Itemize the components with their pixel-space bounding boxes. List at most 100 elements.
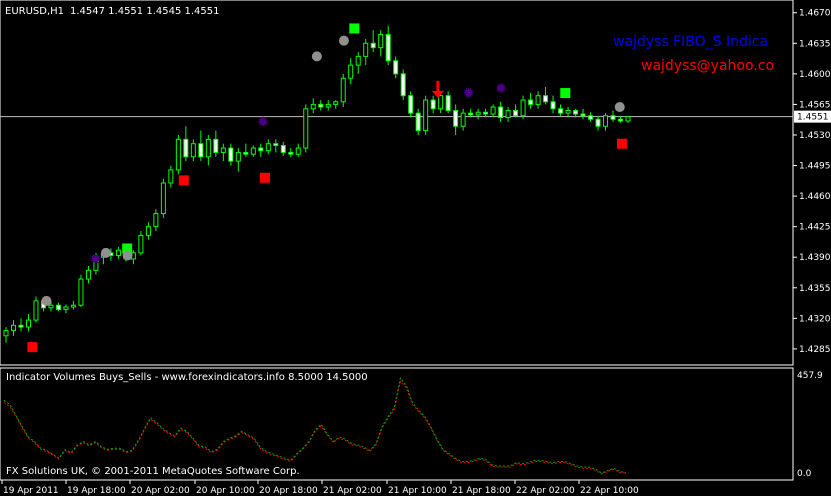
candle-body (490, 106, 496, 115)
candle-body (160, 182, 166, 215)
gray-circle-marker (100, 247, 111, 258)
candle-body (460, 112, 466, 127)
time-tick-label: 19 Apr 18:00 (67, 486, 126, 496)
price-tick-label: 1.4565 (799, 100, 831, 110)
candle-body (213, 138, 219, 153)
gray-circle-marker (41, 295, 52, 306)
candle-body (423, 99, 429, 132)
candle-body (18, 324, 24, 328)
green-square-marker (349, 23, 360, 34)
candle-body (595, 118, 601, 127)
candle-body (70, 304, 76, 308)
candle-body (573, 110, 579, 115)
down-arrow-icon (431, 80, 444, 99)
indicator-markers: ✹ ✹ ✹ ✹ (27, 23, 627, 353)
current-price-label: 1.4551 (797, 113, 829, 123)
red-square-marker (27, 342, 38, 353)
price-tick-label: 1.4530 (799, 131, 831, 141)
candle-body (393, 60, 399, 75)
price-tick-label: 1.4355 (799, 284, 831, 294)
indicator-name-label: wajdyss FIBO_S Indica (613, 34, 768, 50)
candle-body (535, 95, 541, 105)
candle-body (115, 249, 121, 256)
candle-body (400, 73, 406, 97)
price-tick-label: 1.4670 (799, 9, 831, 19)
subwindow-scale-top: 457.9 (797, 371, 823, 381)
gray-circle-marker (614, 102, 625, 113)
subwindow-title: Indicator Volumes Buys_Sells - www.forex… (6, 372, 368, 383)
candle-body (220, 147, 226, 153)
candle-body (295, 147, 301, 155)
candle-body (325, 103, 331, 108)
candle-body (235, 151, 241, 162)
price-axis: 1.4670 1.4635 1.4600 1.4565 1.4530 1.4495 1.44… (793, 9, 831, 355)
purple-star-marker: ✹ (462, 84, 475, 102)
candle-body (378, 34, 384, 49)
subwindow-frame (0, 367, 794, 481)
candle-body (258, 147, 264, 152)
candle-body (198, 143, 204, 158)
price-tick-label: 1.4425 (799, 223, 831, 233)
candle-body (318, 103, 324, 108)
candle-body (243, 151, 249, 155)
time-tick-label: 22 Apr 02:00 (516, 486, 575, 496)
time-tick-label: 19 Apr 2011 (3, 486, 59, 496)
candle-body (168, 169, 174, 184)
candle-body (453, 110, 459, 127)
price-tick-label: 1.4600 (799, 70, 831, 80)
candle-body (310, 103, 316, 110)
candle-body (228, 147, 234, 162)
volume-series-buys (3, 380, 627, 475)
time-tick-label: 21 Apr 10:00 (388, 486, 447, 496)
candle-body (333, 101, 339, 105)
gray-circle-marker (311, 51, 322, 62)
candle-body (25, 319, 31, 328)
candle-body (475, 111, 481, 116)
price-tick-label: 1.4285 (799, 345, 831, 355)
candle-body (355, 55, 361, 66)
red-square-marker (616, 138, 627, 149)
candle-body (408, 95, 414, 114)
candle-body (558, 108, 564, 114)
candle-body (528, 99, 534, 105)
main-chart-frame (0, 0, 794, 366)
candle-body (33, 300, 39, 321)
volume-series-sells (3, 376, 627, 474)
candle-body (63, 306, 69, 311)
candle-body (10, 324, 16, 332)
candle-body (498, 106, 504, 119)
candle-body (250, 147, 256, 155)
candle-body (505, 110, 511, 119)
green-square-marker (560, 88, 571, 99)
candle-body (430, 99, 436, 110)
price-tick-label: 1.4460 (799, 192, 831, 202)
time-axis: 19 Apr 2011 19 Apr 18:00 20 Apr 02:00 20 Ap… (1, 480, 639, 496)
price-tick-label: 1.4495 (799, 162, 831, 172)
metatrader-chart-window[interactable]: 1.4670 1.4635 1.4600 1.4565 1.4530 1.4495 1.44… (0, 0, 831, 496)
time-tick-label: 20 Apr 02:00 (131, 486, 190, 496)
gray-circle-marker (122, 250, 133, 261)
symbol-timeframe: EURUSD,H1 (5, 6, 64, 17)
candle-body (363, 42, 369, 57)
price-tick-label: 1.4390 (799, 253, 831, 263)
candle-body (145, 226, 151, 236)
gray-circle-marker (338, 35, 349, 46)
candle-body (138, 234, 144, 254)
candle-body (370, 42, 376, 49)
candle-body (610, 115, 616, 120)
candle-body (340, 77, 346, 103)
candle-body (580, 113, 586, 117)
time-tick-label: 21 Apr 18:00 (452, 486, 511, 496)
candle-body (520, 99, 526, 117)
candle-body (483, 111, 489, 115)
red-square-marker (259, 172, 270, 183)
subwindow-scale-bottom: 0.0 (797, 469, 812, 479)
candle-body (625, 116, 631, 122)
time-tick-label: 20 Apr 18:00 (259, 486, 318, 496)
candle-body (415, 112, 421, 132)
candlestick-series (3, 25, 631, 343)
volume-lines (3, 376, 627, 475)
chart-canvas[interactable]: 1.4670 1.4635 1.4600 1.4565 1.4530 1.4495 1.44… (0, 0, 831, 496)
candle-body (3, 330, 9, 337)
candle-body (175, 138, 181, 171)
